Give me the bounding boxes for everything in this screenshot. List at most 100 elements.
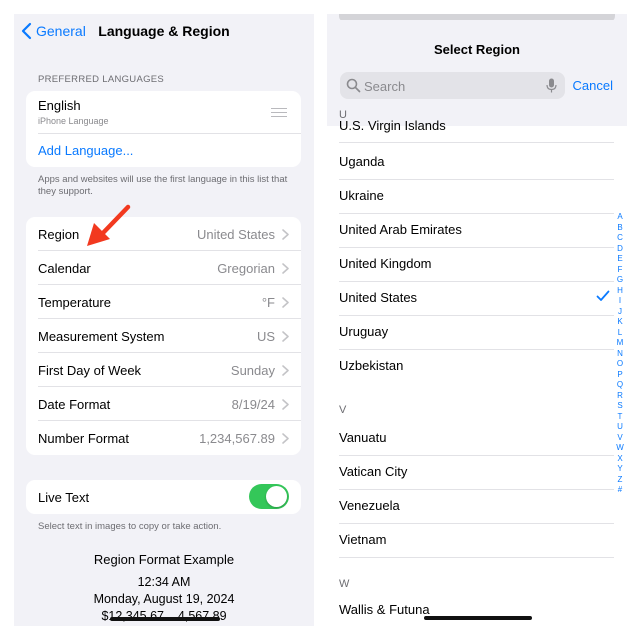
index-letter[interactable]: O [614,359,626,370]
item-label: Vietnam [339,532,387,547]
settings-row-region[interactable]: Region United States [38,217,301,251]
index-letter[interactable]: # [614,485,626,496]
drag-handle-icon[interactable] [271,108,287,117]
chevron-right-icon [282,399,289,410]
row-label: Date Format [38,397,111,412]
live-text-row: Live Text [26,480,301,514]
row-value: 8/19/24 [231,397,275,412]
list-item[interactable]: Vatican City [339,456,614,490]
page-title: Language & Region [14,23,314,39]
list-item[interactable]: Venezuela [339,490,614,524]
chevron-right-icon [282,297,289,308]
languages-footnote: Apps and websites will use the first lan… [38,174,288,197]
mic-icon[interactable] [546,78,557,93]
index-letter[interactable]: D [614,244,626,255]
row-label: Temperature [38,295,111,310]
item-label: Vatican City [339,464,408,479]
item-label: Wallis & Futuna [339,602,430,617]
index-letter[interactable]: Z [614,475,626,486]
checkmark-icon [596,290,610,301]
index-letter[interactable]: V [614,433,626,444]
home-indicator [424,616,532,620]
row-value: Gregorian [217,261,275,276]
item-label: Uzbekistan [339,358,404,373]
row-label: Calendar [38,261,91,276]
red-arrow-icon [87,204,131,246]
index-letter[interactable]: M [614,338,626,349]
search-input[interactable]: Search [340,72,565,99]
item-label: United States [339,290,418,305]
index-letter[interactable]: P [614,370,626,381]
list-item[interactable]: United Arab Emirates [339,214,614,248]
live-text-toggle[interactable] [249,484,289,509]
list-item[interactable]: Uganda [339,146,614,180]
row-label: First Day of Week [38,363,142,378]
language-region-screen: General Language & Region PREFERRED LANG… [14,14,314,626]
chevron-right-icon [282,433,289,444]
item-label: United Arab Emirates [339,222,462,237]
index-letter[interactable]: S [614,401,626,412]
settings-row-measurement-system[interactable]: Measurement System US [38,319,301,353]
index-letter[interactable]: I [614,296,626,307]
chevron-right-icon [282,263,289,274]
index-letter[interactable]: G [614,275,626,286]
index-letter[interactable]: R [614,391,626,402]
live-text-group: Live Text [26,480,301,514]
item-label: Uruguay [339,324,389,339]
settings-row-number-format[interactable]: Number Format 1,234,567.89 [38,421,301,455]
list-item[interactable]: Vietnam [339,524,614,558]
index-letter[interactable]: X [614,454,626,465]
settings-row-temperature[interactable]: Temperature °F [38,285,301,319]
live-text-footnote: Select text in images to copy or take ac… [38,521,222,532]
list-item[interactable]: Uruguay [339,316,614,350]
item-label: Uganda [339,154,385,169]
live-text-label: Live Text [38,490,90,505]
index-letter[interactable]: L [614,328,626,339]
index-letter[interactable]: K [614,317,626,328]
region-list[interactable]: U U.S. Virgin Islands Uganda Ukraine Uni… [327,106,627,626]
index-letter[interactable]: H [614,286,626,297]
index-letter[interactable]: T [614,412,626,423]
settings-row-calendar[interactable]: Calendar Gregorian [38,251,301,285]
row-value: United States [196,227,275,242]
search-placeholder: Search [364,79,406,94]
navigation-bar: General Language & Region [14,14,314,50]
list-item[interactable]: Ukraine [339,180,614,214]
add-language-button[interactable]: Add Language... [26,134,301,167]
row-label: Number Format [38,431,130,446]
list-item[interactable]: Wallis & Futuna [339,594,614,626]
chevron-right-icon [282,365,289,376]
item-label: Ukraine [339,188,384,203]
list-item[interactable]: Vanuatu [339,422,614,456]
index-letter[interactable]: E [614,254,626,265]
index-letter[interactable]: B [614,223,626,234]
list-item[interactable]: U.S. Virgin Islands [339,118,614,143]
list-item[interactable]: Uzbekistan [339,350,614,384]
index-letter[interactable]: Y [614,464,626,475]
index-letter[interactable]: A [614,212,626,223]
alphabet-index[interactable]: A B C D E F G H I J K L M N O P Q R S T … [614,212,626,496]
select-region-screen: Select Region Search Cancel U U.S. Virgi… [327,14,627,626]
item-label: Venezuela [339,498,400,513]
settings-row-date-format[interactable]: Date Format 8/19/24 [38,387,301,421]
search-icon [346,78,361,93]
index-letter[interactable]: C [614,233,626,244]
index-letter[interactable]: J [614,307,626,318]
screenshot-stage: General Language & Region PREFERRED LANG… [0,0,640,640]
language-row-english[interactable]: English iPhone Language [38,91,301,134]
row-value: Sunday [230,363,275,378]
row-value: US [256,329,275,344]
chevron-right-icon [282,229,289,240]
cancel-button[interactable]: Cancel [573,78,613,93]
list-item[interactable]: United Kingdom [339,248,614,282]
index-letter[interactable]: N [614,349,626,360]
index-letter[interactable]: Q [614,380,626,391]
language-name: English [38,98,81,113]
index-letter[interactable]: U [614,422,626,433]
item-label: Vanuatu [339,430,387,445]
row-label: Measurement System [38,329,165,344]
list-item-selected[interactable]: United States [339,282,614,316]
index-letter[interactable]: F [614,265,626,276]
settings-row-first-day-of-week[interactable]: First Day of Week Sunday [38,353,301,387]
index-letter[interactable]: W [614,443,626,454]
